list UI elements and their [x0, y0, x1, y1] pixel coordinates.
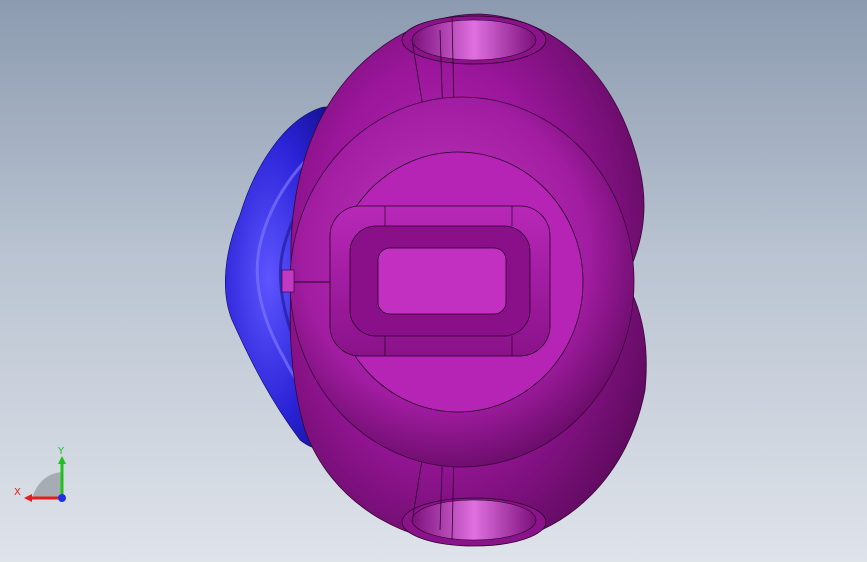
z-axis-icon — [58, 494, 66, 502]
axis-triad: X Y — [14, 446, 66, 502]
x-arrow-icon — [24, 494, 32, 502]
model-scene[interactable] — [0, 0, 867, 562]
small-tab[interactable] — [281, 269, 295, 293]
3d-viewport[interactable]: X Y — [0, 0, 867, 562]
bottom-hole-inner — [411, 499, 537, 541]
x-axis-label: X — [14, 487, 21, 498]
y-arrow-icon — [58, 456, 66, 464]
top-hole-inner — [411, 19, 537, 61]
y-axis-label: Y — [57, 446, 65, 457]
rect-boss-face[interactable] — [377, 247, 507, 315]
triad-base-icon — [32, 472, 62, 498]
